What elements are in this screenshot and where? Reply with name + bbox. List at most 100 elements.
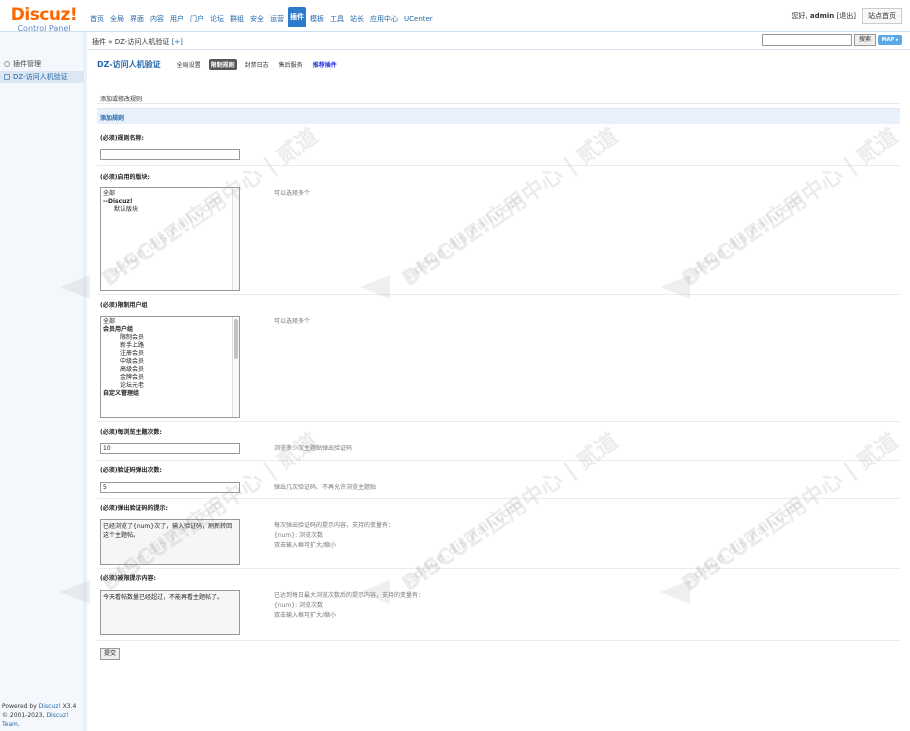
sidebar-item-dz-verify[interactable]: DZ-访问人机验证 bbox=[0, 71, 84, 83]
browse-count-input[interactable]: 10 bbox=[100, 443, 240, 454]
option-group[interactable]: 论坛元老 bbox=[101, 382, 239, 390]
divider bbox=[97, 460, 900, 461]
option-custom-admin-group[interactable]: 自定义管理组 bbox=[101, 390, 239, 398]
sidebar-item-plugin-manage[interactable]: 插件管理 bbox=[4, 59, 41, 69]
watermark-text: DISCUZ!应用中心 | 贰道 bbox=[397, 428, 623, 598]
logo-main-text: Discuz! bbox=[10, 5, 78, 25]
block-tip-label: (必须)被限提示内容: bbox=[100, 575, 156, 582]
option-group[interactable]: 金牌会员 bbox=[101, 374, 239, 382]
logo[interactable]: Discuz! Control Panel bbox=[4, 6, 84, 34]
logout-link[interactable]: [退出] bbox=[837, 12, 856, 20]
page-icon bbox=[4, 74, 10, 80]
site-home-button[interactable]: 站点首页 bbox=[862, 8, 902, 24]
forums-multiselect[interactable]: 全部 --Discuz! 默认版块 bbox=[100, 187, 240, 291]
divider bbox=[97, 498, 900, 499]
divider bbox=[97, 640, 900, 641]
option-group[interactable]: 新手上路 bbox=[101, 342, 239, 350]
topnav-item[interactable]: 应用中心 bbox=[368, 10, 400, 28]
tab-after-sales[interactable]: 售后服务 bbox=[277, 59, 305, 70]
scrollbar[interactable] bbox=[232, 188, 239, 290]
map-button[interactable]: MAP ▸ bbox=[878, 35, 902, 45]
captcha-times-input[interactable]: 5 bbox=[100, 482, 240, 493]
topnav-item[interactable]: 用户 bbox=[168, 10, 186, 28]
watermark-arrow bbox=[360, 580, 390, 604]
topnav-item[interactable]: 插件 bbox=[288, 7, 306, 27]
watermark-text: DISCUZ!应用中心 | 贰道 bbox=[677, 123, 903, 293]
groups-hint: 可以选择多个 bbox=[274, 318, 311, 325]
captcha-tip-label: (必须)弹出验证码的提示: bbox=[100, 505, 168, 512]
groups-label: (必须)限制用户组 bbox=[100, 302, 148, 309]
topnav-item[interactable]: 群组 bbox=[228, 10, 246, 28]
watermark-text: addon.dismall.com bbox=[683, 191, 806, 284]
topnav-item[interactable]: 站长 bbox=[348, 10, 366, 28]
captcha-times-label: (必须)验证码弹出次数: bbox=[100, 467, 162, 474]
add-shortcut-link[interactable]: [+] bbox=[172, 38, 183, 46]
discuz-link[interactable]: Discuz! bbox=[39, 703, 61, 710]
search-button[interactable]: 搜索 bbox=[854, 34, 876, 46]
username: admin bbox=[809, 12, 835, 20]
topnav-item[interactable]: 门户 bbox=[188, 10, 206, 28]
rule-name-label: (必须)规则名称: bbox=[100, 135, 144, 142]
captcha-times-hint: 弹出几次验证码、不再允许浏览主题贴 bbox=[274, 484, 377, 491]
captcha-tip-textarea[interactable]: 已经浏览了{num}次了，输入验证码，刷新转回这个主题帖。 bbox=[100, 519, 240, 565]
search-input[interactable] bbox=[762, 34, 852, 46]
rule-name-input[interactable] bbox=[100, 149, 240, 160]
section-title: 添加或修改规则 bbox=[100, 96, 143, 103]
topnav-item[interactable]: 内容 bbox=[148, 10, 166, 28]
greeting: 您好, admin [退出] bbox=[791, 12, 856, 20]
plugin-header: DZ-访问人机验证 全局设置 限制规则 封禁日志 售后服务 推荐插件 bbox=[97, 59, 345, 70]
option-member-groups[interactable]: 会员用户组 bbox=[101, 326, 239, 334]
watermark-text: addon.dismall.com bbox=[403, 496, 526, 589]
block-tip-textarea[interactable]: 今天看帖数量已经超过，不能再看主题帖了。 bbox=[100, 590, 240, 635]
scrollbar[interactable] bbox=[232, 317, 239, 417]
watermark-arrow bbox=[60, 275, 90, 299]
option-default-forum[interactable]: 默认版块 bbox=[101, 206, 239, 214]
topnav-item[interactable]: 论坛 bbox=[208, 10, 226, 28]
option-group[interactable]: 中级会员 bbox=[101, 358, 239, 366]
powered-by: Powered by Discuz! X3.4 © 2001-2023, Dis… bbox=[2, 703, 77, 728]
topnav-item[interactable]: 工具 bbox=[328, 10, 346, 28]
sidebar: 插件管理 DZ-访问人机验证 Powered by Discuz! X3.4 ©… bbox=[0, 32, 87, 731]
browse-count-hint: 浏览多少次主题贴弹出验证码 bbox=[274, 445, 353, 452]
topnav-item[interactable]: UCenter bbox=[402, 10, 435, 28]
sidebar-item-label: 插件管理 bbox=[13, 60, 41, 68]
top-right-area: 您好, admin [退出] 站点首页 bbox=[791, 8, 902, 24]
watermark-arrow bbox=[60, 580, 90, 604]
groups-multiselect[interactable]: 全部 会员用户组 限制会员 新手上路 注册会员 中级会员 高级会员 金牌会员 论… bbox=[100, 316, 240, 418]
option-all[interactable]: 全部 bbox=[101, 190, 239, 198]
divider bbox=[97, 294, 900, 295]
watermark-arrow bbox=[660, 580, 690, 604]
block-tip-hint: 已达到每日最大浏览次数后的提示内容，支持的变量有： {num}: 浏览次数 双击… bbox=[274, 592, 425, 619]
watermark-text: DISCUZ!应用中心 | 贰道 bbox=[677, 428, 903, 598]
submit-button[interactable]: 提交 bbox=[100, 648, 120, 660]
topnav-item[interactable]: 界面 bbox=[128, 10, 146, 28]
sidebar-item-label: DZ-访问人机验证 bbox=[13, 73, 68, 81]
option-all[interactable]: 全部 bbox=[101, 318, 239, 326]
topnav-item[interactable]: 模板 bbox=[308, 10, 326, 28]
watermark-text: addon.dismall.com bbox=[403, 191, 526, 284]
scrollbar-thumb[interactable] bbox=[234, 319, 238, 359]
browse-count-label: (必须)每浏览主题次数: bbox=[100, 429, 162, 436]
topnav-item[interactable]: 运营 bbox=[268, 10, 286, 28]
breadcrumb: 插件 » DZ-访问人机验证 [+] bbox=[92, 38, 183, 46]
tab-global-settings[interactable]: 全局设置 bbox=[175, 59, 203, 70]
tab-ban-log[interactable]: 封禁日志 bbox=[243, 59, 271, 70]
option-group[interactable]: 注册会员 bbox=[101, 350, 239, 358]
tab-restriction-rules[interactable]: 限制规则 bbox=[208, 59, 237, 70]
option-group[interactable]: 高级会员 bbox=[101, 366, 239, 374]
option-group[interactable]: 限制会员 bbox=[101, 334, 239, 342]
plugin-title: DZ-访问人机验证 bbox=[97, 60, 161, 69]
watermark-text: addon.dismall.com bbox=[683, 496, 806, 589]
option-discuz[interactable]: --Discuz! bbox=[101, 198, 239, 206]
subsection-header: 添加规则 bbox=[97, 108, 900, 124]
topnav-item[interactable]: 首页 bbox=[88, 10, 106, 28]
topnav-item[interactable]: 安全 bbox=[248, 10, 266, 28]
watermark-text: DISCUZ!应用中心 | 贰道 bbox=[397, 123, 623, 293]
sidebar-shadow bbox=[83, 32, 87, 731]
tab-recommended-plugins[interactable]: 推荐插件 bbox=[311, 59, 339, 70]
subsection-title: 添加规则 bbox=[100, 115, 125, 122]
divider bbox=[97, 421, 900, 422]
watermark-arrow bbox=[660, 275, 690, 299]
topnav-item[interactable]: 全局 bbox=[108, 10, 126, 28]
divider bbox=[97, 165, 900, 166]
